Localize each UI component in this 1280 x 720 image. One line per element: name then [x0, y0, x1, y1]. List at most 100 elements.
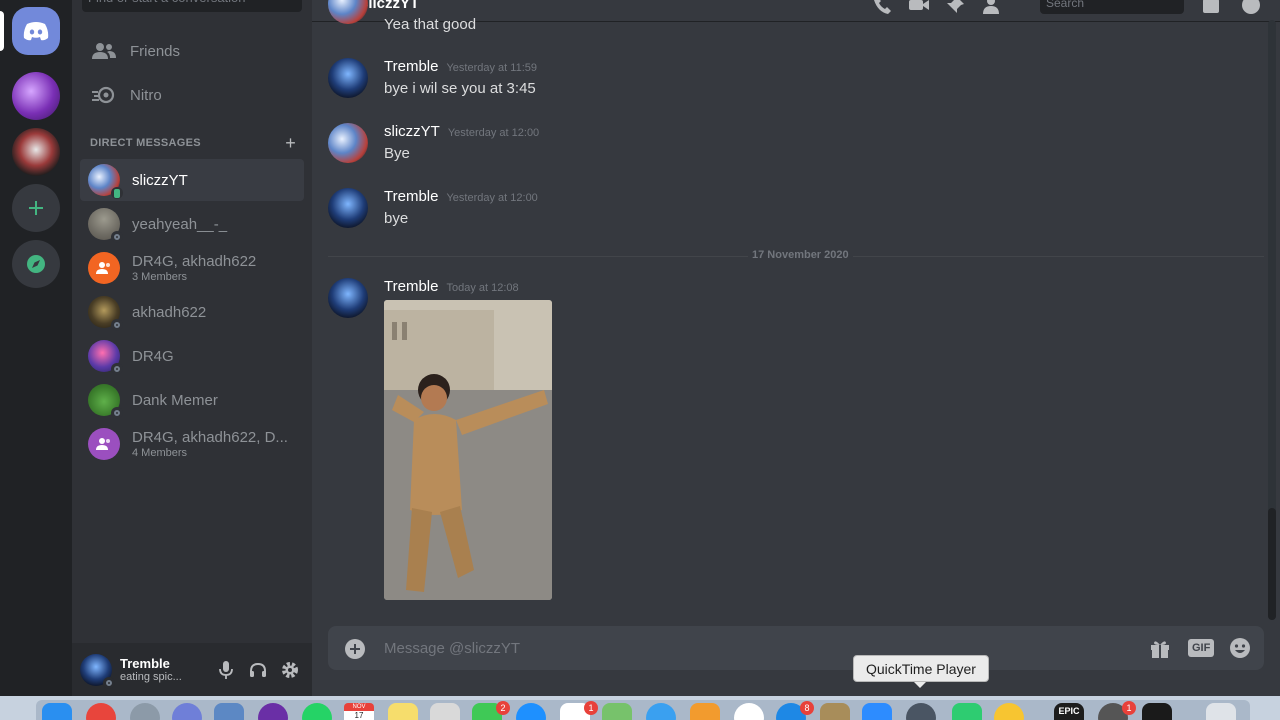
dm-item-group-dr4g-akhadh622-d[interactable]: DR4G, akhadh622, D... 4 Members — [80, 423, 304, 465]
nitro-icon — [88, 79, 120, 111]
headphones-button[interactable] — [242, 654, 274, 686]
offline-status-icon — [111, 319, 123, 331]
message-avatar[interactable] — [328, 278, 368, 318]
macos-dock: NOV 17 2 1 8 EPIC 1 — [0, 696, 1280, 720]
calendar-day: 17 — [354, 711, 364, 720]
explore-servers-button[interactable] — [12, 240, 60, 288]
dm-item-akhadh622[interactable]: akhadh622 — [80, 291, 304, 333]
message-avatar[interactable] — [328, 123, 368, 163]
search-input[interactable]: Search — [1040, 0, 1184, 14]
gift-button[interactable] — [1148, 636, 1172, 660]
dm-item-group-dr4g-akhadh622[interactable]: DR4G, akhadh622 3 Members — [80, 247, 304, 289]
dm-name: Dank Memer — [132, 391, 218, 409]
message-text: Yea that good — [384, 16, 477, 33]
friends-nav-item[interactable]: Friends — [80, 30, 304, 72]
preview-icon[interactable] — [214, 703, 244, 720]
home-button[interactable] — [12, 7, 60, 55]
dm-item-dr4g[interactable]: DR4G — [80, 335, 304, 377]
notes-icon[interactable] — [388, 703, 418, 720]
microphone-button[interactable] — [210, 654, 242, 686]
selected-indicator — [0, 11, 4, 51]
activity-monitor-icon[interactable] — [1142, 703, 1172, 720]
attach-plus-icon[interactable] — [344, 638, 366, 660]
dm-name: akhadh622 — [132, 303, 207, 321]
emoji-icon — [1230, 638, 1250, 658]
avatar — [88, 164, 123, 199]
call-icon[interactable] — [872, 0, 894, 16]
server-rail — [0, 0, 72, 696]
dictionary-icon[interactable] — [820, 703, 850, 720]
dm-name: yeahyeah__-_ — [132, 215, 228, 233]
offline-status-icon — [103, 676, 115, 689]
dm-name: DR4G — [132, 347, 174, 365]
add-server-button[interactable] — [12, 184, 60, 232]
pin-icon[interactable] — [944, 0, 966, 16]
message-composer: GIF — [328, 626, 1264, 670]
message-avatar[interactable] — [328, 58, 368, 98]
nitro-nav-item[interactable]: Nitro — [80, 74, 304, 116]
user-avatar[interactable] — [80, 653, 115, 689]
mobile-status-icon — [111, 187, 123, 199]
chat-scrollbar[interactable] — [1268, 20, 1276, 620]
scrollbar-thumb[interactable] — [1268, 508, 1276, 620]
dm-item-yeahyeah[interactable]: yeahyeah__-_ — [80, 203, 304, 245]
epic-games-icon[interactable]: EPIC — [1054, 703, 1084, 720]
pages-icon[interactable] — [690, 703, 720, 720]
server-icon-2[interactable] — [12, 128, 60, 176]
gif-button[interactable]: GIF — [1188, 639, 1215, 657]
member-count: 3 Members — [132, 271, 188, 283]
emoji-button[interactable] — [1228, 636, 1252, 660]
message-avatar[interactable] — [328, 188, 368, 228]
avatar — [88, 340, 123, 375]
message-author[interactable]: Tremble — [384, 188, 438, 205]
add-friend-icon[interactable] — [980, 0, 1002, 16]
appstore-badge: 8 — [800, 701, 814, 715]
dm-item-dank-memer[interactable]: Dank Memer — [80, 379, 304, 421]
group-icon — [96, 262, 110, 274]
direct-messages-header: DIRECT MESSAGES + — [90, 134, 296, 152]
message-timestamp: Yesterday at 11:59 — [446, 62, 537, 74]
message-timestamp: Yesterday at 12:00 — [447, 127, 540, 139]
message-timestamp: Today at 12:08 — [446, 282, 519, 294]
calendar-icon[interactable]: NOV 17 — [344, 703, 374, 720]
direct-messages-title: DIRECT MESSAGES — [90, 137, 201, 149]
calendar-month: NOV — [344, 703, 374, 711]
avatar — [88, 208, 123, 243]
friends-label: Friends — [130, 42, 181, 60]
dock-tooltip: QuickTime Player — [853, 655, 989, 688]
trash-icon[interactable] — [1206, 703, 1236, 720]
message-input[interactable] — [384, 626, 1124, 670]
spreadsheet-icon[interactable] — [430, 703, 460, 720]
dm-name: sliczzYT — [132, 171, 188, 189]
server-icon-1[interactable] — [12, 72, 60, 120]
help-icon[interactable] — [1240, 0, 1262, 16]
discord-logo-icon — [23, 22, 49, 41]
find-conversation-input[interactable]: Find or start a conversation — [82, 0, 302, 12]
video-call-icon[interactable] — [908, 0, 930, 16]
message-text: bye — [384, 210, 409, 227]
inbox-icon[interactable] — [1200, 0, 1222, 16]
avatar — [88, 384, 123, 419]
gif-attachment[interactable] — [384, 300, 552, 600]
compass-icon — [27, 255, 45, 273]
channel-title: sliczzYT — [360, 0, 420, 12]
zoom-icon[interactable] — [862, 703, 892, 720]
group-avatar — [88, 428, 120, 460]
maps-icon[interactable] — [602, 703, 632, 720]
finder-icon[interactable] — [42, 703, 72, 720]
friends-icon — [88, 35, 120, 67]
numbers-icon[interactable] — [952, 703, 982, 720]
gif-image — [384, 300, 552, 600]
message-author[interactable]: sliczzYT — [384, 123, 440, 140]
gear-icon — [282, 661, 298, 678]
gift-icon — [1151, 641, 1169, 658]
facetime-badge: 2 — [496, 701, 510, 715]
user-settings-button[interactable] — [274, 654, 306, 686]
headphones-icon — [250, 662, 266, 677]
custom-status: eating spic... — [120, 671, 182, 683]
dm-item-sliczzyt[interactable]: sliczzYT — [80, 159, 304, 201]
dm-name: DR4G, akhadh622 — [132, 253, 257, 270]
message-author[interactable]: Tremble — [384, 58, 438, 75]
create-dm-button[interactable]: + — [285, 134, 296, 152]
message-author[interactable]: Tremble — [384, 278, 438, 295]
